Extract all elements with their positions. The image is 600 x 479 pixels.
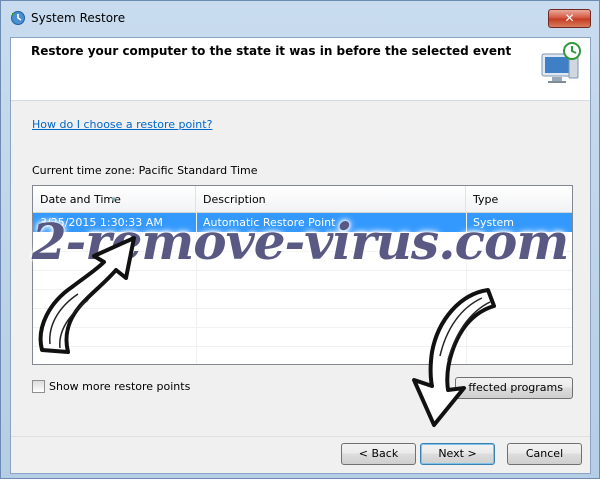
sort-arrow-icon: ▼ — [111, 196, 117, 204]
help-link[interactable]: How do I choose a restore point? — [32, 118, 212, 131]
header: Restore your computer to the state it wa… — [11, 38, 590, 100]
scan-affected-programs-button[interactable]: ffected programs — [455, 377, 573, 399]
grid-line — [196, 213, 197, 364]
restore-points-table: Date and Time ▼ Description Type 3/25/20… — [32, 185, 573, 365]
grid-line — [33, 251, 572, 252]
table-header: Date and Time ▼ Description Type — [33, 186, 572, 213]
show-more-checkbox[interactable] — [32, 380, 45, 393]
table-row[interactable]: 3/25/2015 1:30:33 AM Automatic Restore P… — [33, 213, 572, 232]
grid-line — [33, 327, 572, 328]
grid-line — [33, 308, 572, 309]
client-area: Restore your computer to the state it wa… — [10, 37, 591, 474]
back-button[interactable]: < Back — [341, 443, 416, 465]
column-label: Description — [203, 193, 266, 206]
grid-line — [466, 213, 467, 364]
cancel-button[interactable]: Cancel — [507, 443, 582, 465]
footer: < Back Next > Cancel — [11, 436, 590, 473]
main-body: How do I choose a restore point? Current… — [11, 101, 590, 436]
column-type[interactable]: Type — [466, 186, 572, 213]
row-description: Automatic Restore Point — [203, 216, 336, 229]
system-restore-icon — [11, 11, 25, 25]
grid-line — [33, 289, 572, 290]
window-title: System Restore — [31, 11, 126, 25]
grid-line — [33, 346, 572, 347]
system-restore-window: System Restore ✕ Restore your computer t… — [0, 0, 600, 479]
next-button[interactable]: Next > — [420, 443, 495, 465]
page-title: Restore your computer to the state it wa… — [31, 44, 512, 58]
close-icon: ✕ — [564, 11, 575, 25]
show-more-label: Show more restore points — [49, 380, 191, 393]
column-description[interactable]: Description — [196, 186, 466, 213]
column-label: Date and Time — [40, 193, 121, 206]
grid-line — [33, 270, 572, 271]
timezone-label: Current time zone: Pacific Standard Time — [32, 164, 258, 177]
close-button[interactable]: ✕ — [548, 9, 591, 28]
column-date-time[interactable]: Date and Time ▼ — [33, 186, 196, 213]
title-bar[interactable]: System Restore ✕ — [1, 1, 599, 37]
row-type: System — [473, 216, 515, 229]
row-date-time: 3/25/2015 1:30:33 AM — [40, 216, 163, 229]
computer-restore-icon — [541, 42, 581, 83]
column-label: Type — [473, 193, 499, 206]
